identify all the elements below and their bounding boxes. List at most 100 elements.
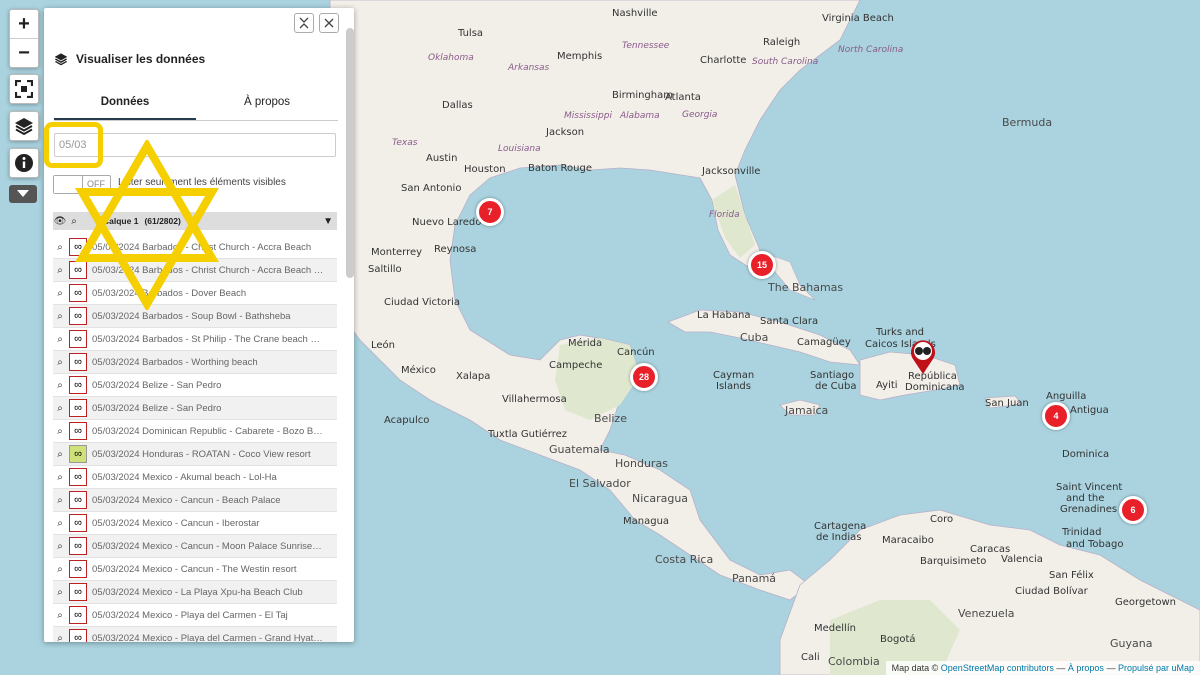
svg-text:Saltillo: Saltillo [368,264,402,275]
svg-text:Jacksonville: Jacksonville [701,166,760,177]
feature-row[interactable]: ⌕ ∞ 05/03/2024 Belize - San Pedro [53,374,337,397]
info-button[interactable] [9,148,39,178]
zoom-to-feature-icon[interactable]: ⌕ [53,564,67,575]
zoom-to-feature-icon[interactable]: ⌕ [53,518,67,529]
layer-header[interactable]: 👁 ⌕ Calque 1 (61/2802) ▼ [53,212,337,230]
toggle-label: Lister seulement les éléments visibles [118,177,286,188]
marker-cluster-yucatan[interactable]: 28 [630,363,658,391]
marker-cluster-florida[interactable]: 15 [748,251,776,279]
feature-row[interactable]: ⌕ ∞ 05/03/2024 Barbados - St Philip - The … [53,328,337,351]
zoom-out-button[interactable]: − [10,38,38,67]
feature-row[interactable]: ⌕ ∞ 05/03/2024 Barbados - Soup Bowl - Bath… [53,305,337,328]
feature-row[interactable]: ⌕ ∞ 05/03/2024 Barbados - Christ Church - … [53,259,337,282]
svg-text:Antigua: Antigua [1070,405,1109,416]
binoculars-icon: ∞ [69,353,87,371]
binoculars-icon: ∞ [69,376,87,394]
tab-a-propos[interactable]: À propos [196,92,338,120]
svg-text:Birmingham: Birmingham [612,90,673,101]
info-icon [15,154,33,172]
map-pin-marker[interactable] [908,337,938,380]
feature-row[interactable]: ⌕ ∞ 05/03/2024 Mexico - Akumal beach - Lol… [53,466,337,489]
svg-text:Coro: Coro [930,514,953,525]
zoom-to-feature-icon[interactable]: ⌕ [53,357,67,368]
feature-row[interactable]: ⌕ ∞ 05/03/2024 Dominican Republic - Cabare… [53,420,337,443]
svg-text:de Cuba: de Cuba [815,381,856,392]
layers-button[interactable] [9,111,39,141]
feature-row[interactable]: ⌕ ∞ 05/03/2024 Mexico - Playa del Carmen -… [53,627,337,642]
panel-header: Visualiser les données [54,52,205,66]
about-link[interactable]: À propos [1068,663,1104,673]
feature-label: 05/03/2024 Mexico - Playa del Carmen - E… [92,609,288,621]
feature-row[interactable]: ⌕ ∞ 05/03/2024 Mexico - La Playa Xpu-ha Be… [53,581,337,604]
panel-scrollbar[interactable] [346,28,354,278]
svg-text:Dallas: Dallas [442,100,473,111]
binoculars-icon: ∞ [69,606,87,624]
zoom-to-feature-icon[interactable]: ⌕ [53,311,67,322]
zoom-to-feature-icon[interactable]: ⌕ [53,242,67,253]
eye-icon[interactable]: 👁 [53,216,67,227]
zoom-layer-icon[interactable]: ⌕ [67,216,81,227]
visible-only-toggle[interactable]: OFF [53,175,111,194]
umap-link[interactable]: Propulsé par uMap [1118,663,1194,673]
svg-text:The Bahamas: The Bahamas [767,281,843,294]
zoom-to-feature-icon[interactable]: ⌕ [53,495,67,506]
feature-row[interactable]: ⌕ ∞ 05/03/2024 Mexico - Cancun - The Westi… [53,558,337,581]
zoom-to-feature-icon[interactable]: ⌕ [53,426,67,437]
caret-down-icon[interactable]: ▼ [323,216,333,227]
feature-label: 05/03/2024 Barbados - Dover Beach [92,287,247,299]
tab-donnees[interactable]: Données [54,92,196,120]
feature-label: 05/03/2024 Dominican Republic - Cabarete… [92,425,324,437]
more-controls-button[interactable] [9,185,37,203]
feature-row[interactable]: ⌕ ∞ 05/03/2024 Mexico - Cancun - Moon Pala… [53,535,337,558]
zoom-to-feature-icon[interactable]: ⌕ [53,541,67,552]
binoculars-icon: ∞ [69,629,87,642]
feature-list: ⌕ ∞ 05/03/2024 Barbados - Christ Church - … [53,236,337,642]
zoom-to-feature-icon[interactable]: ⌕ [53,610,67,621]
svg-text:Islands: Islands [716,381,751,392]
feature-row[interactable]: ⌕ ∞ 05/03/2024 Mexico - Cancun - Iberostar [53,512,337,535]
feature-row[interactable]: ⌕ ∞ 05/03/2024 Barbados - Dover Beach [53,282,337,305]
feature-row[interactable]: ⌕ ∞ 05/03/2024 Barbados - Worthing beach [53,351,337,374]
binoculars-icon: ∞ [69,238,87,256]
svg-text:Anguilla: Anguilla [1046,391,1086,402]
binoculars-icon: ∞ [69,399,87,417]
zoom-to-feature-icon[interactable]: ⌕ [53,587,67,598]
marker-cluster-gulf[interactable]: 7 [476,198,504,226]
svg-text:Medellín: Medellín [814,622,856,634]
fullscreen-button[interactable] [9,74,39,104]
svg-text:Honduras: Honduras [615,457,668,470]
svg-text:Reynosa: Reynosa [434,244,476,255]
svg-text:Ayiti: Ayiti [876,380,898,391]
close-panel-button[interactable] [319,13,339,33]
svg-text:Guyana: Guyana [1110,637,1152,650]
binoculars-icon: ∞ [69,445,87,463]
zoom-to-feature-icon[interactable]: ⌕ [53,265,67,276]
svg-text:Virginia Beach: Virginia Beach [822,13,894,24]
collapse-panel-button[interactable] [294,13,314,33]
svg-text:Houston: Houston [464,164,506,175]
svg-text:Camagüey: Camagüey [797,337,851,348]
svg-text:Trinidad: Trinidad [1061,527,1101,538]
feature-row[interactable]: ⌕ ∞ 05/03/2024 Belize - San Pedro [53,397,337,420]
feature-label: 05/03/2024 Mexico - Playa del Carmen - G… [92,632,324,643]
feature-row[interactable]: ⌕ ∞ 05/03/2024 Barbados - Christ Church - … [53,236,337,259]
zoom-in-button[interactable]: + [10,10,38,38]
svg-text:Jackson: Jackson [545,127,584,138]
feature-row[interactable]: ⌕ ∞ 05/03/2024 Mexico - Playa del Carmen -… [53,604,337,627]
marker-cluster-antigua[interactable]: 4 [1042,402,1070,430]
svg-text:Tuxtla Gutiérrez: Tuxtla Gutiérrez [487,428,567,440]
feature-row[interactable]: ⌕ ∞ 05/03/2024 Honduras - ROATAN - Coco Vi… [53,443,337,466]
osm-link[interactable]: OpenStreetMap contributors [941,663,1054,673]
zoom-to-feature-icon[interactable]: ⌕ [53,334,67,345]
feature-row[interactable]: ⌕ ∞ 05/03/2024 Mexico - Cancun - Beach Pal… [53,489,337,512]
zoom-to-feature-icon[interactable]: ⌕ [53,449,67,460]
filter-input[interactable] [54,133,336,157]
zoom-to-feature-icon[interactable]: ⌕ [53,288,67,299]
zoom-to-feature-icon[interactable]: ⌕ [53,472,67,483]
svg-text:Valencia: Valencia [1001,554,1043,565]
zoom-to-feature-icon[interactable]: ⌕ [53,633,67,643]
feature-label: 05/03/2024 Mexico - Cancun - Moon Palace… [92,540,324,552]
zoom-to-feature-icon[interactable]: ⌕ [53,380,67,391]
zoom-to-feature-icon[interactable]: ⌕ [53,403,67,414]
marker-cluster-grenadines[interactable]: 6 [1119,496,1147,524]
